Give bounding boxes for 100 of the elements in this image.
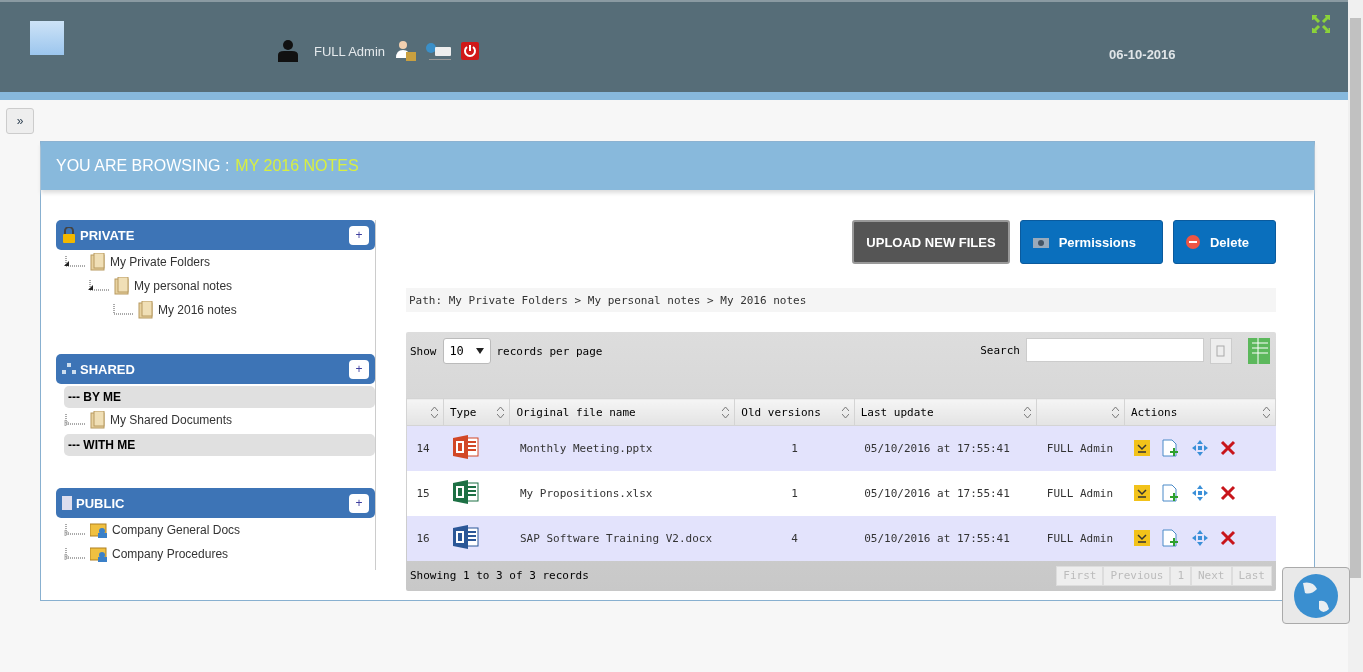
per-page-label: records per page <box>496 345 603 358</box>
add-button[interactable]: + <box>349 225 369 245</box>
add-button[interactable]: + <box>349 493 369 513</box>
group-label[interactable]: --- BY ME <box>64 386 375 408</box>
word-file-icon <box>453 524 480 549</box>
sort-icon <box>841 407 849 418</box>
folder-user-icon <box>90 522 108 538</box>
folder-label[interactable]: My personal notes <box>134 279 233 293</box>
download-icon[interactable] <box>1134 440 1151 457</box>
document-icon <box>62 496 72 510</box>
folder-label[interactable]: Company Procedures <box>112 547 229 561</box>
sort-icon <box>497 407 505 418</box>
power-icon[interactable] <box>461 42 480 60</box>
column-header[interactable]: Type <box>443 398 510 426</box>
row-id: 16 <box>406 515 444 561</box>
download-icon[interactable] <box>1134 485 1151 501</box>
file-name[interactable]: Monthly Meeting.pptx <box>509 425 735 471</box>
sort-icon <box>722 407 730 418</box>
column-header[interactable]: Original file name <box>509 398 735 426</box>
delete-icon[interactable] <box>1220 485 1237 501</box>
breadcrumb-path: Path: My Private Folders > My personal notes > My 2016 notes <box>406 288 1276 312</box>
logo <box>30 21 64 55</box>
folder-label[interactable]: My Private Folders <box>110 255 211 269</box>
chat-icon[interactable] <box>425 41 454 61</box>
upload-button[interactable]: UPLOAD NEW FILES <box>852 220 1010 264</box>
collapsed-arrow-icon[interactable] <box>64 524 86 536</box>
download-icon[interactable] <box>1134 530 1151 546</box>
section-title: SHARED <box>80 361 135 377</box>
delete-icon[interactable] <box>1220 440 1237 457</box>
version-count: 1 <box>734 470 855 516</box>
excel-file-icon <box>453 479 480 504</box>
network-icon <box>62 363 76 375</box>
sidebar-toggle[interactable]: » <box>6 108 34 134</box>
expanded-arrow-icon[interactable] <box>64 256 86 268</box>
user-name: FULL Admin <box>314 43 386 59</box>
folder-label[interactable]: Company General Docs <box>112 523 241 537</box>
group-label[interactable]: --- WITH ME <box>64 434 375 456</box>
section-title: PRIVATE <box>80 227 135 243</box>
user-lock-icon[interactable] <box>395 40 418 62</box>
minus-circle-icon <box>1185 235 1200 249</box>
column-header[interactable]: Actions <box>1124 398 1276 426</box>
folder-icon <box>114 277 130 295</box>
file-name[interactable]: My Propositions.xlsx <box>509 470 735 516</box>
column-header[interactable]: Last update <box>854 398 1037 426</box>
expanded-arrow-icon[interactable] <box>88 280 110 292</box>
language-button[interactable] <box>1282 567 1350 624</box>
user-icon <box>278 40 298 62</box>
collapsed-arrow-icon[interactable] <box>64 414 86 426</box>
add-file-icon[interactable] <box>1162 439 1181 458</box>
camera-icon <box>1032 236 1049 248</box>
globe-icon <box>1293 572 1339 619</box>
version-count: 1 <box>734 425 855 471</box>
sort-icon <box>1111 407 1119 418</box>
update-time: 05/10/2016 at 17:55:41 <box>854 515 1037 561</box>
tree-connector-icon[interactable] <box>112 304 134 316</box>
column-header[interactable]: Old versions <box>734 398 855 426</box>
owner-name: FULL Admin <box>1036 425 1125 471</box>
version-count: 4 <box>734 515 855 561</box>
current-folder: MY 2016 NOTES <box>235 157 359 175</box>
delete-icon[interactable] <box>1220 530 1237 546</box>
page-size-select[interactable]: 10 <box>442 338 491 364</box>
search-label: Search <box>980 344 1020 357</box>
move-icon[interactable] <box>1192 485 1209 501</box>
collapsed-arrow-icon[interactable] <box>64 548 86 560</box>
file-name[interactable]: SAP Software Training V2.docx <box>509 515 735 561</box>
add-file-icon[interactable] <box>1162 484 1181 502</box>
scrollbar[interactable] <box>1348 0 1363 672</box>
add-button[interactable]: + <box>349 359 369 379</box>
records-info: Showing 1 to 3 of 3 records <box>410 569 589 582</box>
fullscreen-icon[interactable] <box>1312 15 1330 33</box>
folder-icon <box>90 411 106 429</box>
sort-icon <box>430 407 438 418</box>
section-header[interactable]: PRIVATE + <box>56 220 375 250</box>
owner-name: FULL Admin <box>1036 470 1125 516</box>
panel-title: YOU ARE BROWSING : <box>56 157 230 175</box>
folder-label[interactable]: My 2016 notes <box>158 303 237 317</box>
folder-icon <box>138 301 154 319</box>
folder-label[interactable]: My Shared Documents <box>110 413 233 427</box>
permissions-button[interactable]: Permissions <box>1019 220 1163 264</box>
search-field[interactable] <box>1026 338 1204 362</box>
add-file-icon[interactable] <box>1162 529 1181 547</box>
ppt-file-icon <box>453 434 480 459</box>
move-icon[interactable] <box>1192 440 1209 457</box>
folder-user-icon <box>90 546 108 562</box>
sort-icon <box>1263 407 1270 418</box>
section-header[interactable]: SHARED + <box>56 354 375 384</box>
sort-icon <box>1024 407 1032 418</box>
row-id: 14 <box>406 425 444 471</box>
update-time: 05/10/2016 at 17:55:41 <box>854 425 1037 471</box>
move-icon[interactable] <box>1192 530 1209 546</box>
row-id: 15 <box>406 470 444 516</box>
excel-export-icon[interactable] <box>1246 338 1272 366</box>
delete-button[interactable]: Delete <box>1172 220 1276 264</box>
section-title: PUBLIC <box>76 495 125 511</box>
owner-name: FULL Admin <box>1036 515 1125 561</box>
update-time: 05/10/2016 at 17:55:41 <box>854 470 1037 516</box>
section-header[interactable]: PUBLIC + <box>56 488 375 518</box>
show-label: Show <box>410 345 437 358</box>
caret-icon <box>475 348 484 354</box>
padlock-icon <box>62 227 76 243</box>
